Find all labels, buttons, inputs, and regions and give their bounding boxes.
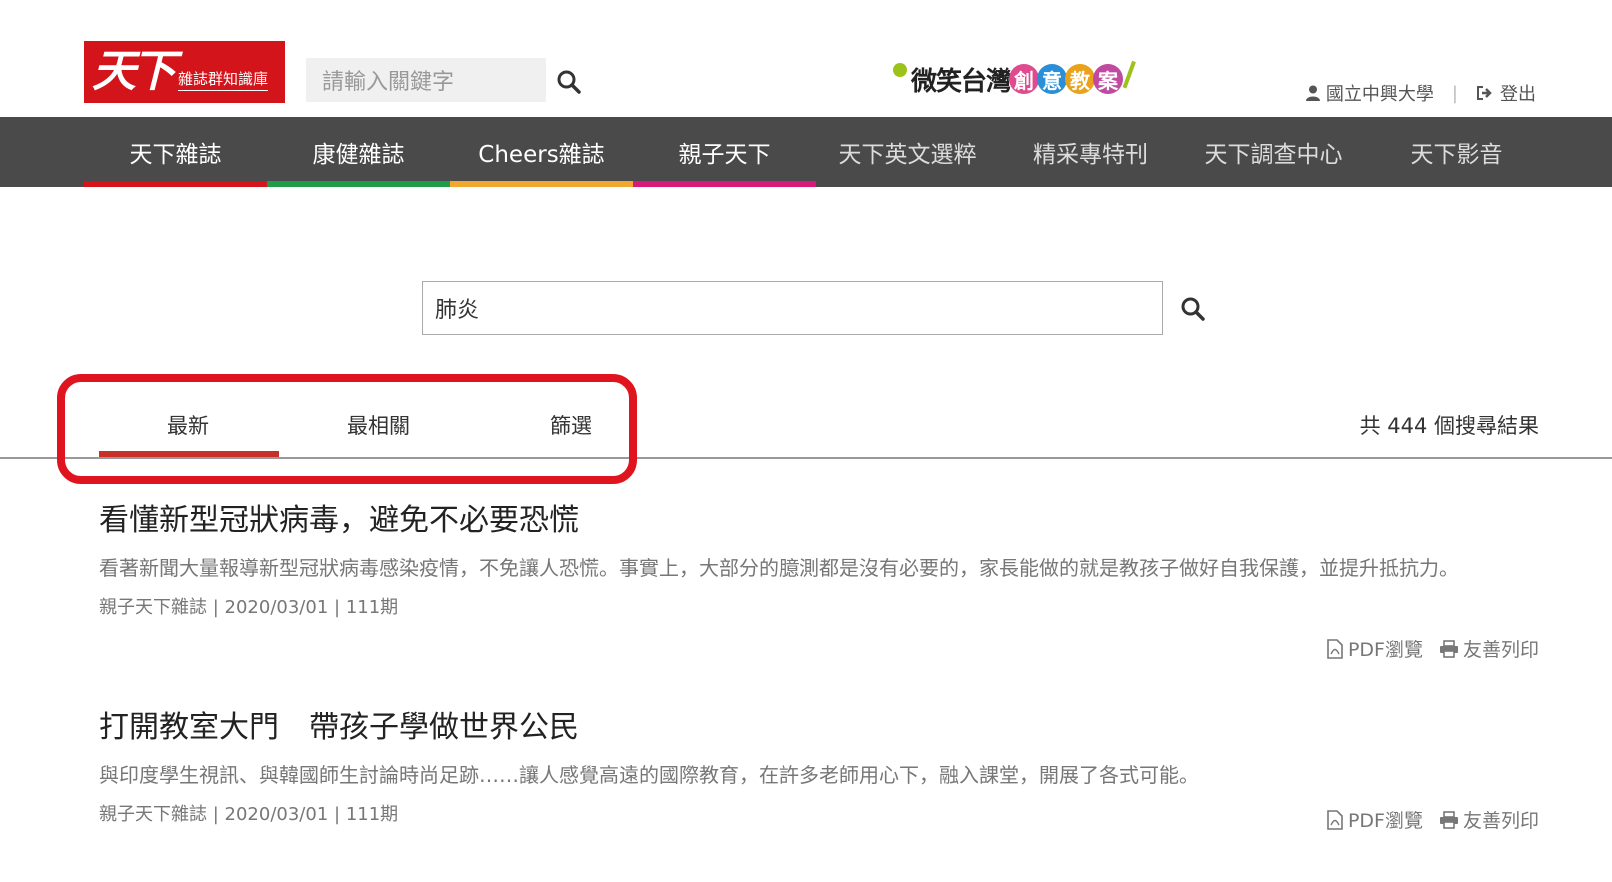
nav-color-bar <box>84 181 267 187</box>
campaign-char-2: 意 <box>1037 64 1068 94</box>
result-item: 打開教室大門 帶孩子學做世界公民 與印度學生視訊、與韓國師生討論時尚足跡……讓人… <box>99 710 1539 832</box>
main-search-icon[interactable] <box>1180 296 1206 322</box>
nav-item-survey[interactable]: 天下調查中心 <box>1182 117 1365 187</box>
sprout-icon <box>1122 60 1144 92</box>
logo-sub-text: 雜誌群知識庫 <box>178 68 269 91</box>
print-label: 友善列印 <box>1462 810 1539 832</box>
logout-icon <box>1477 86 1492 100</box>
nav-item-health[interactable]: 康健雜誌 <box>267 117 450 187</box>
user-area: 國立中興大學 | 登出 <box>1305 80 1536 106</box>
nav-color-bar <box>267 181 450 187</box>
nav-item-label: 親子天下 <box>678 142 771 168</box>
header-divider: | <box>1451 82 1458 104</box>
result-date: 2020/03/01 <box>224 597 329 618</box>
nav-item-label: 精采專特刊 <box>1033 142 1148 168</box>
nav-item-label: 天下調查中心 <box>1204 142 1343 168</box>
nav-item-label: 康健雜誌 <box>312 142 405 168</box>
user-icon <box>1305 85 1320 101</box>
nav-item-label: 天下英文選粹 <box>838 142 977 168</box>
result-item: 看懂新型冠狀病毒，避免不必要恐慌 看著新聞大量報導新型冠狀病毒感染疫情，不免讓人… <box>99 503 1539 661</box>
meta-divider: | <box>334 597 346 618</box>
site-logo[interactable]: 天下 雜誌群知識庫 <box>84 41 285 103</box>
nav-item-english[interactable]: 天下英文選粹 <box>816 117 999 187</box>
campaign-prefix: 微笑台灣 <box>911 66 1012 97</box>
result-source: 親子天下雜誌 <box>99 804 207 825</box>
nav-color-bar <box>450 181 633 187</box>
printer-icon <box>1439 810 1458 829</box>
campaign-dot-icon <box>893 63 907 77</box>
result-date: 2020/03/01 <box>224 804 329 825</box>
result-meta: 親子天下雜誌 | 2020/03/01 | 111期 <box>99 593 1539 619</box>
pdf-view-label: PDF瀏覽 <box>1347 810 1423 832</box>
logout-link[interactable]: 登出 <box>1500 80 1536 106</box>
pdf-view-label: PDF瀏覽 <box>1347 639 1423 661</box>
print-label: 友善列印 <box>1462 639 1539 661</box>
nav-item-cheers[interactable]: Cheers雜誌 <box>450 117 633 187</box>
campaign-char-1: 創 <box>1009 64 1040 94</box>
main-search-input[interactable]: 肺炎 <box>422 281 1163 335</box>
meta-divider: | <box>212 597 225 618</box>
annotation-highlight-box <box>57 374 637 484</box>
print-button[interactable]: 友善列印 <box>1439 635 1539 662</box>
result-title[interactable]: 打開教室大門 帶孩子學做世界公民 <box>99 710 1539 746</box>
pdf-icon <box>1327 638 1343 659</box>
result-actions: PDF瀏覽 友善列印 <box>1310 806 1539 833</box>
main-nav: 天下雜誌 康健雜誌 Cheers雜誌 親子天下 天下英文選粹 精采專特刊 天下調… <box>0 117 1612 187</box>
result-summary: 看著新聞大量報導新型冠狀病毒感染疫情，不免讓人恐慌。事實上，大部分的臆測都是沒有… <box>99 556 1459 580</box>
nav-color-bar <box>633 181 816 187</box>
result-count: 共 444 個搜尋結果 <box>1359 414 1539 438</box>
nav-item-parenting[interactable]: 親子天下 <box>633 117 816 187</box>
nav-item-label: 天下影音 <box>1410 142 1503 168</box>
pdf-icon <box>1327 809 1343 830</box>
printer-icon <box>1439 639 1458 658</box>
campaign-banner[interactable]: 微笑台灣 創 意 教 案 <box>893 54 1144 104</box>
header-search-input[interactable]: 請輸入關鍵字 <box>306 58 546 102</box>
result-summary: 與印度學生視訊、與韓國師生討論時尚足跡……讓人感覺高遠的國際教育，在許多老師用心… <box>99 763 1199 787</box>
campaign-char-4: 案 <box>1093 64 1124 94</box>
nav-item-video[interactable]: 天下影音 <box>1365 117 1548 187</box>
nav-item-label: 天下雜誌 <box>129 142 222 168</box>
meta-divider: | <box>212 804 225 825</box>
user-name[interactable]: 國立中興大學 <box>1326 80 1434 106</box>
header-search-placeholder: 請輸入關鍵字 <box>322 70 455 95</box>
meta-divider: | <box>334 804 346 825</box>
campaign-char-3: 教 <box>1065 64 1096 94</box>
result-title[interactable]: 看懂新型冠狀病毒，避免不必要恐慌 <box>99 503 1539 539</box>
print-button[interactable]: 友善列印 <box>1439 806 1539 833</box>
pdf-view-button[interactable]: PDF瀏覽 <box>1326 806 1423 833</box>
result-issue: 111期 <box>345 597 399 618</box>
search-query: 肺炎 <box>435 298 480 323</box>
nav-item-label: Cheers雜誌 <box>478 142 605 168</box>
nav-item-commonwealth[interactable]: 天下雜誌 <box>84 117 267 187</box>
result-actions: PDF瀏覽 友善列印 <box>1310 635 1539 662</box>
result-issue: 111期 <box>345 804 399 825</box>
nav-item-special[interactable]: 精采專特刊 <box>999 117 1182 187</box>
result-source: 親子天下雜誌 <box>99 597 207 618</box>
header-search-icon[interactable] <box>556 69 582 95</box>
pdf-view-button[interactable]: PDF瀏覽 <box>1326 635 1423 662</box>
logo-main-text: 天下 <box>92 46 176 97</box>
